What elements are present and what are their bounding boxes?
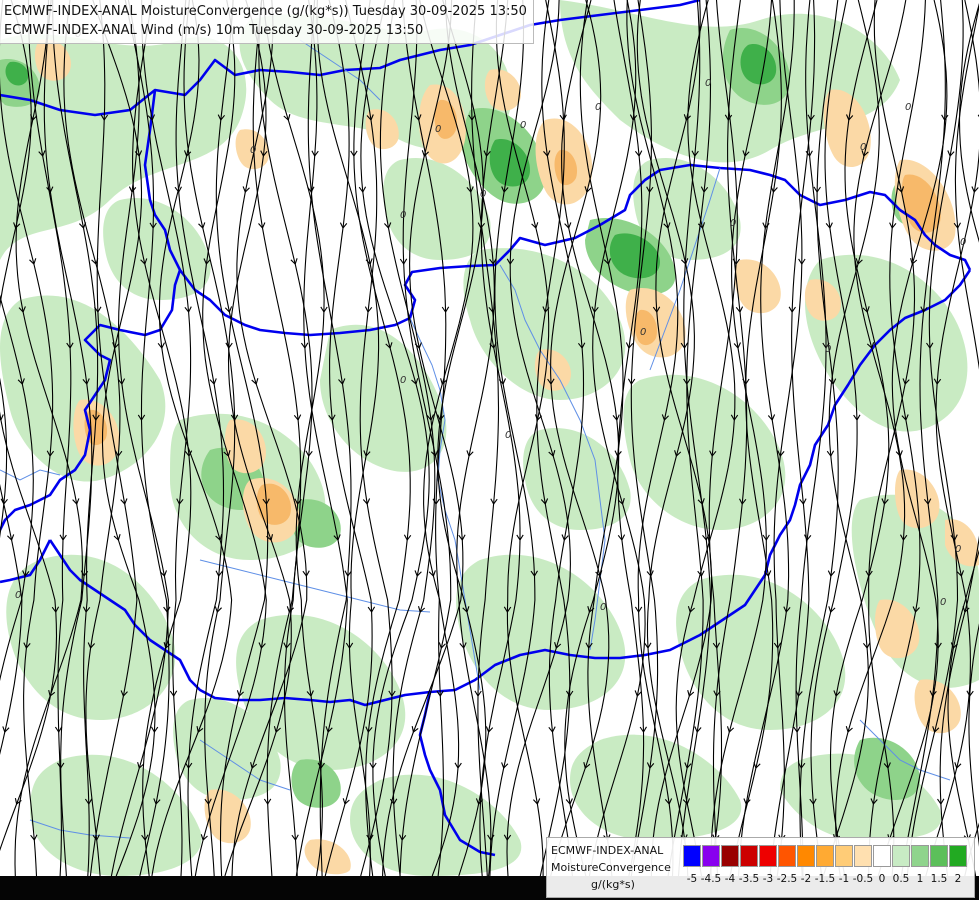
legend-tick-label: -4 [724, 873, 736, 885]
legend-tick-label: 0.5 [892, 873, 910, 885]
legend-swatch [835, 845, 853, 867]
legend-swatch [911, 845, 929, 867]
title-wind: ECMWF-INDEX-ANAL Wind (m/s) 10m Tuesday … [4, 23, 424, 38]
legend-tick-label: -2 [800, 873, 812, 885]
contour-label: 0 [520, 120, 526, 131]
legend-tick-label: -3 [762, 873, 774, 885]
legend-tick-label: -5 [686, 873, 698, 885]
legend-swatch [930, 845, 948, 867]
contour-label: 0 [505, 430, 511, 441]
legend-variable: MoistureConvergence [551, 861, 671, 874]
legend-unit: g/(kg*s) [591, 878, 635, 891]
legend-tick-label: -3.5 [738, 873, 760, 885]
legend-tick-label: -4.5 [700, 873, 722, 885]
legend-swatch [740, 845, 758, 867]
legend-swatch [778, 845, 796, 867]
legend-source: ECMWF-INDEX-ANAL [551, 844, 664, 857]
legend-swatch [683, 845, 701, 867]
legend-swatch [702, 845, 720, 867]
legend-tick-label: 1.5 [930, 873, 948, 885]
contour-label: 0 [860, 142, 866, 153]
contour-label: 0 [960, 237, 966, 248]
legend-swatch [721, 845, 739, 867]
title-moisture-convergence: ECMWF-INDEX-ANAL MoistureConvergence (g/… [4, 4, 527, 19]
legend-swatch [854, 845, 872, 867]
title-panel: ECMWF-INDEX-ANAL MoistureConvergence (g/… [0, 0, 534, 44]
contour-label: 0 [640, 327, 646, 338]
contour-label: 0 [705, 78, 711, 89]
contour-label: 0 [400, 210, 406, 221]
contour-label: 0 [825, 344, 831, 355]
contour-label: 0 [955, 544, 961, 555]
legend-swatch [759, 845, 777, 867]
legend-tick-label: 1 [916, 873, 924, 885]
legend-tick-label: -1 [838, 873, 850, 885]
contour-label: 0 [730, 218, 736, 229]
legend-swatch [816, 845, 834, 867]
contour-label: 0 [400, 375, 406, 386]
legend-swatch [892, 845, 910, 867]
contour-label: 0 [250, 145, 256, 156]
legend-swatches [683, 845, 968, 867]
legend-tick-label: -0.5 [852, 873, 874, 885]
contour-label: 0 [480, 189, 486, 200]
map-viewer: 0 0 0 0 0 0 0 0 0 0 0 0 0 0 0 0 0 0 0 0 ECMWF-INDEX-ANAL Mo… [0, 0, 979, 900]
legend-swatch [949, 845, 967, 867]
legend-tick-label: 0 [878, 873, 886, 885]
contour-label: 0 [595, 102, 601, 113]
legend-tick-label: -1.5 [814, 873, 836, 885]
legend-swatch [873, 845, 891, 867]
legend-swatch [797, 845, 815, 867]
legend-ticks: -5 -4.5 -4 -3.5 -3 -2.5 -2 -1.5 -1 -0.5 0 0.5 1 1.5 2 [683, 873, 973, 889]
contour-label: 0 [435, 124, 441, 135]
contour-label: 0 [905, 102, 911, 113]
contour-label: 0 [600, 602, 606, 613]
legend-tick-label: 2 [954, 873, 962, 885]
legend-tick-label: -2.5 [776, 873, 798, 885]
color-legend: ECMWF-INDEX-ANAL MoistureConvergence g/(… [546, 837, 975, 898]
moisture-convergence-map[interactable]: 0 0 0 0 0 0 0 0 0 0 0 0 0 0 0 0 0 0 0 0 [0, 0, 979, 900]
contour-label: 0 [15, 590, 21, 601]
contour-label: 0 [940, 597, 946, 608]
